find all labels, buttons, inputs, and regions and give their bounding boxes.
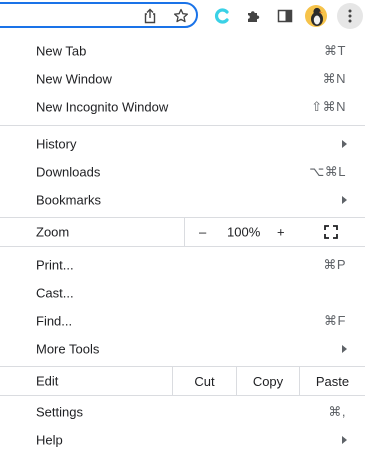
menu-item-new-tab[interactable]: New Tab ⌘T [0, 37, 365, 65]
copy-button[interactable]: Copy [236, 367, 299, 395]
menu-item-label: New Incognito Window [36, 99, 169, 115]
shortcut-text: ⌘F [324, 313, 346, 328]
menu-item-print[interactable]: Print... ⌘P [0, 251, 365, 279]
cut-button[interactable]: Cut [172, 367, 236, 395]
shortcut-text: ⌘T [324, 43, 346, 58]
menu-item-label: Bookmarks [36, 192, 102, 208]
menu-item-downloads[interactable]: Downloads ⌥⌘L [0, 158, 365, 186]
edit-label: Edit [36, 373, 59, 389]
submenu-arrow-icon [342, 436, 347, 444]
menu-item-settings[interactable]: Settings ⌘, [0, 398, 365, 426]
menu-item-find[interactable]: Find... ⌘F [0, 307, 365, 335]
menu-item-label: Cast... [36, 285, 74, 301]
browser-toolbar [0, 0, 365, 32]
menu-item-new-window[interactable]: New Window ⌘N [0, 65, 365, 93]
menu-item-label: Settings [36, 404, 83, 420]
menu-separator [0, 395, 365, 396]
menu-item-cast[interactable]: Cast... [0, 279, 365, 307]
menu-item-bookmarks[interactable]: Bookmarks [0, 186, 365, 214]
menu-item-zoom: Zoom – 100% + [0, 218, 365, 246]
paste-button[interactable]: Paste [299, 367, 365, 395]
shortcut-text: ⌘P [323, 257, 346, 272]
puzzle-icon[interactable] [242, 4, 266, 28]
submenu-arrow-icon [342, 140, 347, 148]
zoom-level: 100% [227, 224, 261, 240]
menu-item-label: Downloads [36, 164, 101, 180]
menu-item-label: New Tab [36, 43, 87, 59]
profile-avatar[interactable] [304, 4, 328, 28]
menu-separator [0, 246, 365, 247]
menu-item-help[interactable]: Help [0, 426, 365, 454]
fullscreen-icon[interactable] [324, 225, 338, 239]
menu-item-label: New Window [36, 71, 112, 87]
chrome-main-menu: New Tab ⌘T New Window ⌘N New Incognito W… [0, 32, 365, 456]
menu-item-edit: Edit Cut Copy Paste [0, 367, 365, 395]
kebab-menu-icon[interactable] [337, 3, 363, 29]
shortcut-text: ⇧⌘N [311, 99, 346, 114]
menu-item-label: Print... [36, 257, 74, 273]
menu-item-label: More Tools [36, 341, 100, 357]
menu-item-label: Help [36, 432, 63, 448]
zoom-out-button[interactable]: – [199, 225, 206, 240]
share-icon[interactable] [138, 4, 162, 28]
menu-separator [0, 125, 365, 126]
menu-item-more-tools[interactable]: More Tools [0, 335, 365, 363]
submenu-arrow-icon [342, 345, 347, 353]
menu-item-new-incognito-window[interactable]: New Incognito Window ⇧⌘N [0, 93, 365, 121]
menu-item-label: History [36, 136, 77, 152]
star-icon[interactable] [169, 4, 193, 28]
shortcut-text: ⌥⌘L [309, 164, 346, 179]
shortcut-text: ⌘N [322, 71, 346, 86]
extension-c-icon[interactable] [210, 4, 234, 28]
side-panel-icon[interactable] [273, 4, 297, 28]
zoom-label: Zoom [36, 224, 70, 240]
zoom-in-button[interactable]: + [277, 225, 285, 240]
menu-item-label: Find... [36, 313, 73, 329]
menu-item-history[interactable]: History [0, 130, 365, 158]
submenu-arrow-icon [342, 196, 347, 204]
shortcut-text: ⌘, [328, 404, 346, 419]
